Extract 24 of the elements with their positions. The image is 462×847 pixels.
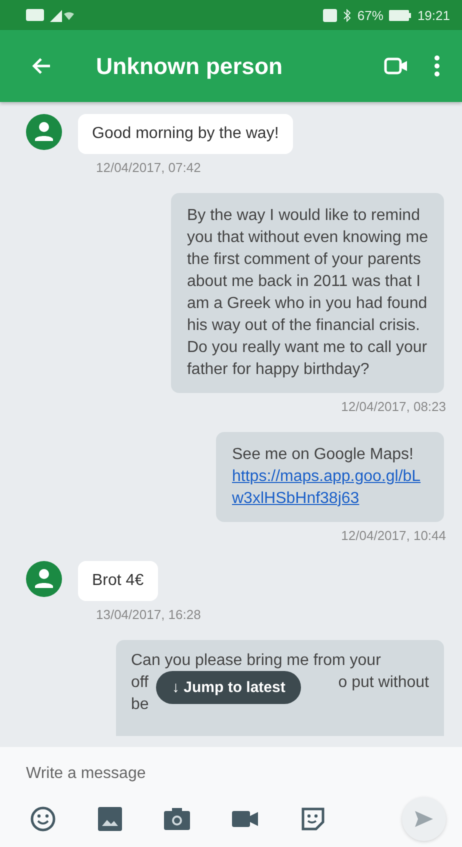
message-time: 12/04/2017, 07:42	[96, 160, 202, 175]
map-link[interactable]: https://maps.app.goo.gl/bLw3xlHSbHnf38j63	[232, 466, 428, 510]
battery-percent: 67%	[357, 8, 384, 22]
message-bubble: Brot 4€	[78, 561, 158, 601]
message-text: off	[131, 673, 148, 693]
message-time: 12/04/2017, 10:44	[341, 528, 446, 543]
avatar-icon	[26, 114, 62, 150]
message-text: Can you please bring me from your	[131, 651, 381, 671]
clock: 19:21	[417, 8, 450, 22]
bluetooth-icon	[343, 8, 352, 22]
message-bubble: By the way I would like to remind you that without even knowing me the first comment of your parents about me back in 2011 was that I am a Greek who in you had found his way out of the financial crisis. Do you really want me to call your father for happy birthday?	[170, 193, 444, 393]
message-time: 12/04/2017, 08:23	[341, 399, 446, 414]
message-text: be	[131, 695, 149, 715]
message-text: o put without	[338, 673, 429, 693]
battery-icon	[389, 10, 412, 20]
message-time: 13/04/2017, 16:28	[96, 607, 202, 622]
avatar-icon	[26, 561, 62, 597]
jump-to-latest-button[interactable]: ↓ Jump to latest	[156, 671, 302, 704]
send-icon	[414, 810, 434, 828]
message-text: See me on Google Maps!	[232, 445, 414, 465]
message-input[interactable]: Write a message	[0, 747, 462, 795]
signal-icon	[50, 8, 76, 22]
contact-name: Unknown person	[96, 52, 284, 80]
message-bubble: Good morning by the way!	[78, 114, 293, 154]
